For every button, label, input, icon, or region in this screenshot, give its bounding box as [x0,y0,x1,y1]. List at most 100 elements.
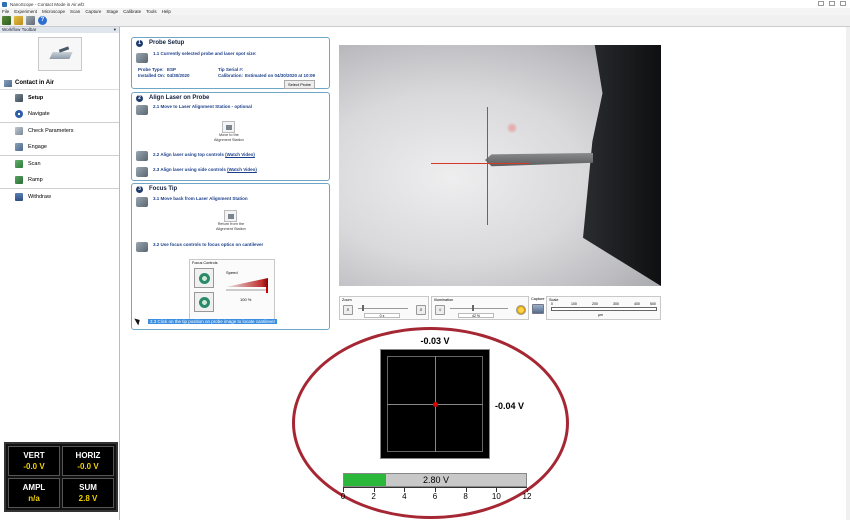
close-button[interactable] [840,1,846,6]
zoom-slider-handle[interactable] [362,305,364,311]
sum-signal-bar: 2.80 V [343,473,527,487]
menu-tools[interactable]: Tools [146,9,157,14]
vertical-scrollbar[interactable] [846,27,850,520]
speed-slider[interactable] [226,289,268,291]
check-parameters-icon [15,127,23,135]
step-3-2-text: 3.2 Use focus controls to focus optics o… [153,242,264,247]
laser-spot-indicator [433,402,438,407]
step-probe-setup: 1 Probe Setup 1.1 Currently selected pro… [131,37,330,89]
help-icon[interactable]: ? [38,16,47,25]
signal-value: -0.0 V [77,462,99,471]
workflow-item-setup[interactable]: Setup [0,90,119,106]
workflow-group-withdraw: Withdraw [0,189,119,205]
sum-axis-tick-label: 12 [522,492,532,501]
workflow-item-engage[interactable]: Engage [0,139,119,155]
crosshair-horizontal [431,163,529,164]
scale-group: Scale 0 100 200 300 400 500 µm [546,296,661,320]
cursor-icon [135,317,143,325]
workflow-item-check-parameters[interactable]: Check Parameters [0,123,119,139]
workflow-item-ramp[interactable]: Ramp [0,172,119,188]
signal-name: HORIZ [75,451,101,460]
zoom-out-icon[interactable]: ⌕ [343,305,353,315]
workflow-item-label: Scan [28,161,41,167]
illumination-value: 42 % [458,313,494,318]
focus-up-button[interactable] [194,268,214,288]
step-2-2-text: 2.2 Align laser using top controls (Watc… [153,152,255,157]
illumination-up-icon[interactable] [516,305,526,315]
withdraw-icon [15,193,23,201]
probe-icon[interactable] [2,16,11,25]
mode-icon [4,79,12,87]
window-buttons [818,1,846,6]
illumination-down-icon[interactable]: ☼ [435,305,445,315]
step-title: Align Laser on Probe [149,95,210,101]
workflow-item-label: Withdraw [28,194,51,200]
pin-icon[interactable]: ▾ [114,27,116,33]
menu-bar: File Experiment Microscope Scan Capture … [0,8,850,15]
menu-scan[interactable]: Scan [70,9,80,14]
step-align-laser: 2 Align Laser on Probe 2.1 Move to Laser… [131,92,330,181]
step-2-3-text: 2.3 Align laser using side controls (Wat… [153,167,257,172]
scale-tick: 300 [613,302,619,306]
menu-experiment[interactable]: Experiment [14,9,37,14]
step-number: 3 [136,185,143,193]
return-from-station-button[interactable]: Return from the Alignment Station [216,210,246,232]
horizontal-deflection-readout: -0.04 V [495,401,525,411]
scale-unit: µm [598,313,603,317]
workflow-item-label: Navigate [28,111,50,117]
workflow-item-withdraw[interactable]: Withdraw [0,189,119,205]
zoom-value: 0 x [364,313,400,318]
probe-image[interactable] [37,37,82,71]
capture-label: Capture [531,297,545,301]
sum-axis-tick-label: 8 [463,492,468,501]
app-window: NanoScope - Contact Mode in Air.wfz File… [0,0,850,520]
menu-calibrate[interactable]: Calibrate [123,9,141,14]
minimize-button[interactable] [818,1,824,6]
menu-microscope[interactable]: Microscope [42,9,65,14]
step-2-2-label: 2.2 Align laser using top controls [153,152,224,157]
save-icon[interactable] [26,16,35,25]
crosshair-vertical [487,107,488,225]
camera-capture-icon[interactable] [532,304,544,314]
step-3-1-text: 3.1 Move back from Laser Alignment Stati… [153,196,248,201]
illumination-slider[interactable] [450,308,508,309]
speed-value: 100 % [240,297,252,302]
workflow-item-navigate[interactable]: Navigate [0,106,119,122]
laser-spot-glow [507,123,517,133]
menu-file[interactable]: File [2,9,9,14]
move-to-station-button[interactable]: Move to the Alignment Station [214,121,244,143]
engage-icon [15,143,23,151]
zoom-in-icon[interactable]: ⌕ [416,305,426,315]
workflow-item-scan[interactable]: Scan [0,156,119,172]
select-probe-button[interactable]: Select Probe [284,80,315,89]
step-number: 2 [136,94,143,102]
menu-help[interactable]: Help [162,9,171,14]
workflow-mode-label: Contact in Air [15,80,55,86]
workflow-mode[interactable]: Contact in Air [0,77,119,90]
watch-video-link-top[interactable]: (Watch Video) [225,152,255,157]
probe-camera-image[interactable] [339,45,661,286]
menu-stage[interactable]: Stage [106,9,118,14]
illumination-slider-handle[interactable] [472,305,474,311]
workflow-group-setup: Setup Navigate [0,90,119,123]
scan-icon [15,160,23,168]
workflow-item-label: Check Parameters [28,128,74,134]
watch-video-link-side[interactable]: (Watch Video) [227,167,257,172]
step-2-1-text: 2.1 Move to Laser Alignment Station - op… [153,104,252,109]
focus-down-button[interactable] [194,292,214,312]
step-number: 1 [136,39,143,47]
signal-readouts: VERT -0.0 V HORIZ -0.0 V AMPL n/a SUM 2.… [4,442,118,512]
maximize-button[interactable] [829,1,835,6]
signal-vert: VERT -0.0 V [8,446,60,476]
step-2-3-label: 2.3 Align laser using side controls [153,167,226,172]
signal-name: SUM [79,483,97,492]
speed-wedge [226,278,268,287]
zoom-slider[interactable] [358,308,408,309]
menu-capture[interactable]: Capture [85,9,101,14]
folder-open-icon[interactable] [14,16,23,25]
speed-slider-handle[interactable] [266,287,268,293]
ramp-icon [15,176,23,184]
scale-bar [551,307,657,311]
step-3-3-row: 3.3 Click on the tip position on probe i… [135,317,278,325]
top-controls-icon [136,151,148,161]
